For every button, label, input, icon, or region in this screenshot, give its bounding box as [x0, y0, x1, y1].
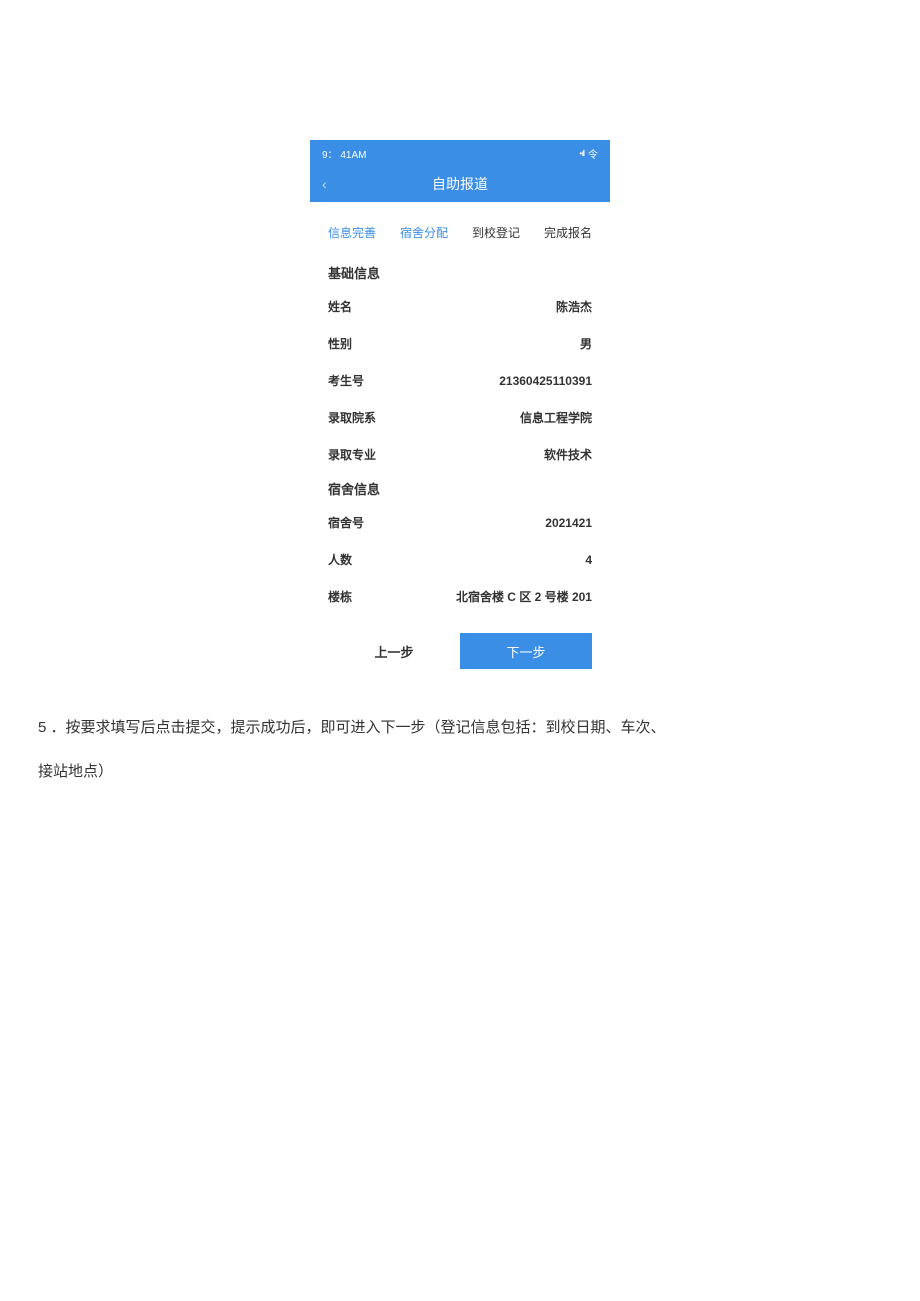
back-icon[interactable]: ‹ [322, 176, 327, 192]
row-dorm-number: 宿舍号 2021421 [328, 504, 592, 541]
row-capacity: 人数 4 [328, 541, 592, 578]
label-department: 录取院系 [328, 409, 376, 426]
row-department: 录取院系 信息工程学院 [328, 399, 592, 436]
instruction-line2: 接站地点） [38, 759, 882, 785]
row-exam-id: 考生号 21360425110391 [328, 362, 592, 399]
row-gender: 性别 男 [328, 325, 592, 362]
label-gender: 性别 [328, 335, 352, 352]
page-title: 自助报道 [432, 174, 488, 194]
prev-button[interactable]: 上一步 [328, 633, 460, 669]
value-dorm-number: 2021421 [545, 516, 592, 530]
status-time: 9： 41AM [322, 146, 366, 161]
tab-arrival-register[interactable]: 到校登记 [472, 224, 520, 241]
instruction-text: 5 ．按要求填写后点击提交，提示成功后，即可进入下一步（登记信息包括：到校日期、… [0, 715, 920, 784]
label-name: 姓名 [328, 298, 352, 315]
row-major: 录取专业 软件技术 [328, 436, 592, 473]
value-gender: 男 [580, 335, 592, 352]
phone-screen: 9： 41AM •ıll 令 ‹ 自助报道 信息完善 宿舍分配 到校登记 完成报… [310, 140, 610, 669]
label-major: 录取专业 [328, 446, 376, 463]
section-dorm-info-title: 宿舍信息 [328, 473, 592, 504]
label-capacity: 人数 [328, 551, 352, 568]
instruction-line1: 5 ．按要求填写后点击提交，提示成功后，即可进入下一步（登记信息包括：到校日期、… [38, 715, 882, 741]
tab-complete-registration[interactable]: 完成报名 [544, 224, 592, 241]
button-row: 上一步 下一步 [328, 633, 592, 669]
signal-icon: •ıll [579, 149, 584, 158]
step-tabs: 信息完善 宿舍分配 到校登记 完成报名 [328, 202, 592, 257]
row-building: 楼栋 北宿舍楼 C 区 2 号楼 201 [328, 578, 592, 615]
status-indicators: •ıll 令 [579, 146, 598, 161]
nav-bar: ‹ 自助报道 [310, 166, 610, 202]
value-name: 陈浩杰 [556, 298, 592, 315]
next-button[interactable]: 下一步 [460, 633, 592, 669]
value-capacity: 4 [585, 553, 592, 567]
row-name: 姓名 陈浩杰 [328, 288, 592, 325]
wifi-icon: 令 [588, 146, 598, 161]
label-building: 楼栋 [328, 588, 352, 605]
status-bar: 9： 41AM •ıll 令 [310, 140, 610, 166]
tab-info-complete[interactable]: 信息完善 [328, 224, 376, 241]
tab-dorm-assign[interactable]: 宿舍分配 [400, 224, 448, 241]
value-building: 北宿舍楼 C 区 2 号楼 201 [456, 588, 592, 605]
value-exam-id: 21360425110391 [499, 374, 592, 388]
value-department: 信息工程学院 [520, 409, 592, 426]
label-exam-id: 考生号 [328, 372, 364, 389]
section-basic-info-title: 基础信息 [328, 257, 592, 288]
label-dorm-number: 宿舍号 [328, 514, 364, 531]
value-major: 软件技术 [544, 446, 592, 463]
